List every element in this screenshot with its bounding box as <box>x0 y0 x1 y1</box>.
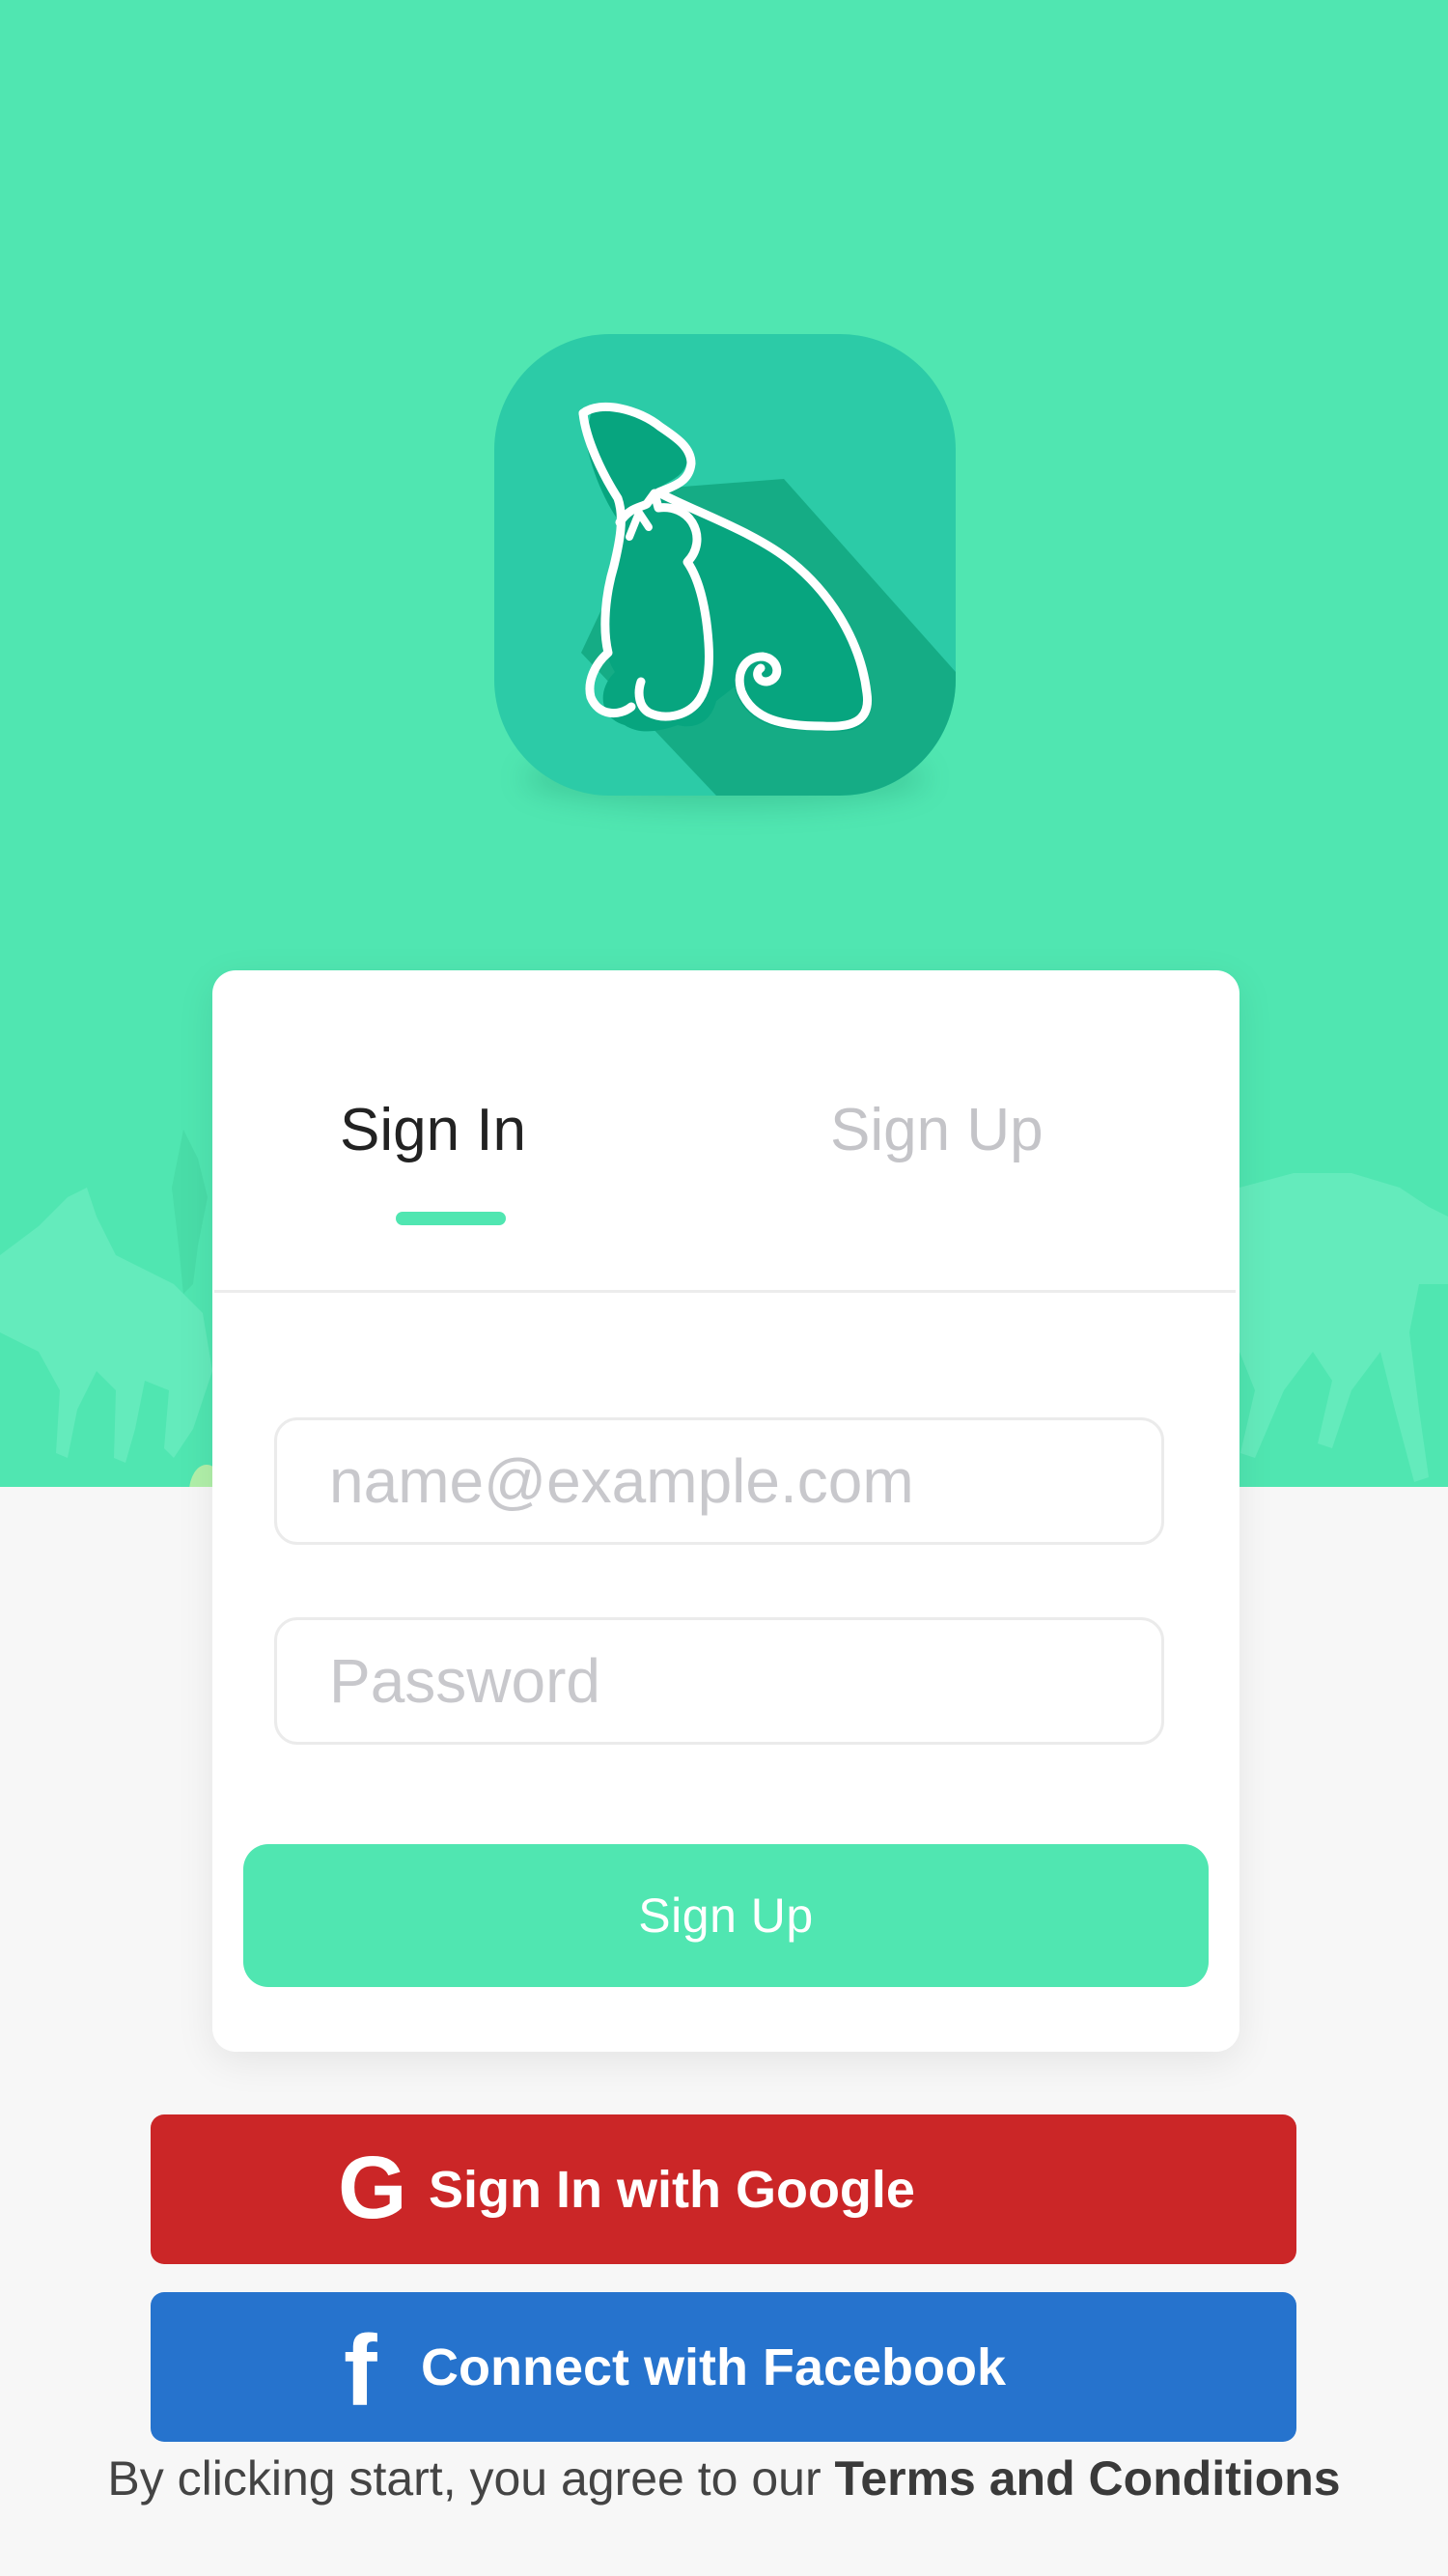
facebook-button-label: Connect with Facebook <box>421 2338 1007 2396</box>
terms-and-conditions-link[interactable]: Terms and Conditions <box>835 2451 1341 2506</box>
tabs-divider <box>214 1290 1236 1293</box>
terms-prefix: By clicking start, you agree to our <box>107 2451 835 2506</box>
email-input[interactable] <box>274 1417 1164 1545</box>
facebook-f-icon: f <box>344 2315 377 2427</box>
dog-and-cat-icon <box>494 334 956 796</box>
tab-sign-in[interactable]: Sign In <box>340 1096 526 1164</box>
auth-card: Sign In Sign Up Sign Up <box>212 970 1239 2052</box>
tab-sign-up[interactable]: Sign Up <box>830 1096 1044 1164</box>
terms-notice: By clicking start, you agree to our Term… <box>0 2450 1448 2506</box>
app-logo <box>494 334 956 807</box>
google-sign-in-button[interactable]: G Sign In with Google <box>151 2114 1296 2264</box>
login-screen: Sign In Sign Up Sign Up G Sign In with G… <box>0 0 1448 2576</box>
google-g-icon: G <box>338 2139 407 2237</box>
password-input[interactable] <box>274 1617 1164 1745</box>
facebook-connect-button[interactable]: f Connect with Facebook <box>151 2292 1296 2442</box>
google-button-label: Sign In with Google <box>429 2160 915 2219</box>
active-tab-indicator <box>396 1212 506 1225</box>
sign-up-button[interactable]: Sign Up <box>243 1844 1209 1987</box>
